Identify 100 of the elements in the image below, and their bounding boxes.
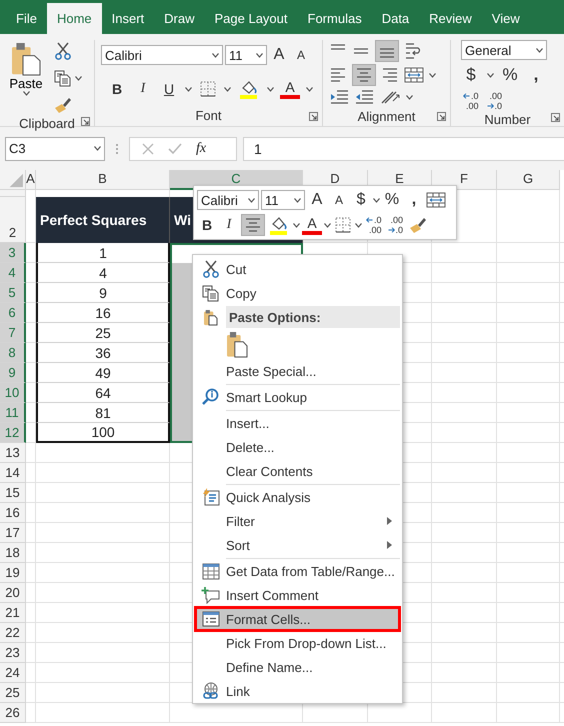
font-name-field[interactable]: Calibri	[197, 190, 259, 210]
increase-font-size-button[interactable]: A	[307, 189, 327, 211]
caret-icon[interactable]	[248, 198, 255, 202]
menu-item[interactable]: Quick Analysis	[195, 485, 400, 509]
menu-item[interactable]: Get Data from Table/Range...	[195, 559, 400, 583]
submenu-arrow-icon[interactable]	[387, 517, 392, 525]
caret-icon[interactable]	[429, 72, 436, 78]
bold-button[interactable]: B	[107, 78, 127, 100]
menu-item[interactable]: Pick From Drop-down List...	[195, 631, 400, 655]
row-header[interactable]: 2	[0, 197, 26, 243]
caret-icon[interactable]	[487, 72, 494, 78]
scissors-icon[interactable]	[202, 260, 220, 278]
format-painter-icon[interactable]	[54, 96, 72, 114]
row-header[interactable]: 8	[0, 343, 26, 363]
menu-item[interactable]: Smart Lookup	[195, 385, 400, 409]
fill-color-icon[interactable]	[269, 215, 289, 235]
row-header[interactable]: 3	[0, 243, 26, 263]
caret-icon[interactable]	[185, 86, 192, 92]
row-header[interactable]: 22	[0, 623, 26, 643]
increase-font-size-button[interactable]: A	[269, 44, 289, 66]
borders-icon[interactable]	[200, 81, 216, 97]
menu-item[interactable]: Clear Contents	[195, 459, 400, 483]
row-header[interactable]: 24	[0, 663, 26, 683]
dialog-launcher-icon[interactable]	[81, 117, 90, 126]
paste-button[interactable]: Paste	[6, 40, 46, 116]
decrease-indent-icon[interactable]	[329, 89, 349, 105]
row-header[interactable]: 11	[0, 403, 26, 423]
ribbon-tab[interactable]: Insert	[102, 3, 154, 34]
comma-style-button[interactable]: ,	[526, 64, 546, 86]
bold-button[interactable]: B	[197, 214, 217, 236]
row-header[interactable]: 6	[0, 303, 26, 323]
comment-icon[interactable]	[200, 586, 220, 604]
menu-item[interactable]: Cut	[195, 257, 400, 281]
column-header[interactable]: B	[36, 170, 170, 190]
clipboard-icon[interactable]	[203, 308, 218, 326]
italic-button[interactable]: I	[219, 214, 239, 236]
ribbon-tab[interactable]: Formulas	[298, 3, 372, 34]
font-size-field[interactable]: 11	[261, 190, 305, 210]
menu-item[interactable]: Link	[195, 679, 400, 703]
font-name-field[interactable]: Calibri	[101, 45, 223, 65]
decrease-decimal-button[interactable]: .00 .0	[484, 90, 504, 112]
ribbon-tab[interactable]: Home	[46, 3, 102, 34]
search-icon[interactable]	[202, 388, 220, 406]
menu-item[interactable]: Copy	[195, 281, 400, 305]
row-header[interactable]: 5	[0, 283, 26, 303]
caret-icon[interactable]	[324, 222, 331, 228]
ribbon-tab[interactable]: Data	[372, 3, 420, 34]
align-right-icon[interactable]	[381, 66, 399, 84]
caret-icon[interactable]	[22, 91, 30, 96]
caret-icon[interactable]	[293, 222, 300, 228]
menu-item[interactable]: Delete...	[195, 435, 400, 459]
caret-icon[interactable]	[256, 52, 263, 58]
align-center-icon[interactable]	[355, 66, 373, 84]
row-header[interactable]: 16	[0, 503, 26, 523]
globe-link-icon[interactable]	[202, 682, 220, 700]
caret-icon[interactable]	[294, 198, 301, 202]
percent-button[interactable]: %	[382, 189, 402, 211]
row-header[interactable]: 18	[0, 543, 26, 563]
column-header[interactable]: F	[432, 170, 497, 190]
row-header[interactable]: 26	[0, 703, 26, 723]
percent-button[interactable]: %	[500, 64, 520, 86]
decrease-font-size-button[interactable]: A	[329, 189, 349, 211]
row-header[interactable]: 17	[0, 523, 26, 543]
format-painter-icon[interactable]	[409, 216, 428, 234]
row-header[interactable]: 9	[0, 363, 26, 383]
row-header[interactable]: 20	[0, 583, 26, 603]
row-header[interactable]: 25	[0, 683, 26, 703]
comma-style-button[interactable]: ,	[404, 189, 424, 211]
submenu-arrow-icon[interactable]	[387, 541, 392, 549]
ribbon-tab[interactable]: Draw	[154, 3, 204, 34]
formula-input[interactable]: 1	[243, 136, 564, 160]
caret-icon[interactable]	[306, 86, 313, 92]
table-columns-icon[interactable]	[404, 67, 424, 83]
copy-icon[interactable]	[202, 284, 219, 302]
dialog-launcher-icon[interactable]	[437, 112, 446, 121]
decrease-font-size-button[interactable]: A	[291, 44, 311, 66]
row-header[interactable]: 13	[0, 443, 26, 463]
row-header[interactable]: 23	[0, 643, 26, 663]
align-center-icon[interactable]	[244, 216, 262, 234]
currency-button[interactable]: $	[351, 189, 371, 211]
increase-decimal-button[interactable]: .0 .00	[461, 90, 481, 112]
menu-item[interactable]: Define Name...	[195, 655, 400, 679]
dialog-launcher-icon[interactable]	[309, 112, 318, 121]
ribbon-tab[interactable]: View	[482, 3, 530, 34]
caret-icon[interactable]	[212, 52, 219, 58]
caret-icon[interactable]	[355, 222, 362, 228]
currency-button[interactable]: $	[461, 64, 481, 86]
menu-item[interactable]: Insert Comment	[195, 583, 400, 607]
font-color-button[interactable]: A	[280, 79, 300, 99]
dialog-launcher-icon[interactable]	[551, 113, 560, 122]
decrease-decimal-button[interactable]: .00 .0	[386, 214, 406, 236]
paste-button[interactable]	[226, 330, 248, 358]
menu-item[interactable]: Paste Special...	[195, 359, 400, 383]
increase-indent-icon[interactable]	[354, 89, 374, 105]
caret-icon[interactable]	[267, 86, 274, 92]
scissors-icon[interactable]	[54, 42, 72, 60]
caret-icon[interactable]	[75, 76, 82, 80]
wrap-text-icon[interactable]	[404, 41, 422, 61]
row-header[interactable]: 10	[0, 383, 26, 403]
ribbon-tab[interactable]: Page Layout	[204, 3, 298, 34]
